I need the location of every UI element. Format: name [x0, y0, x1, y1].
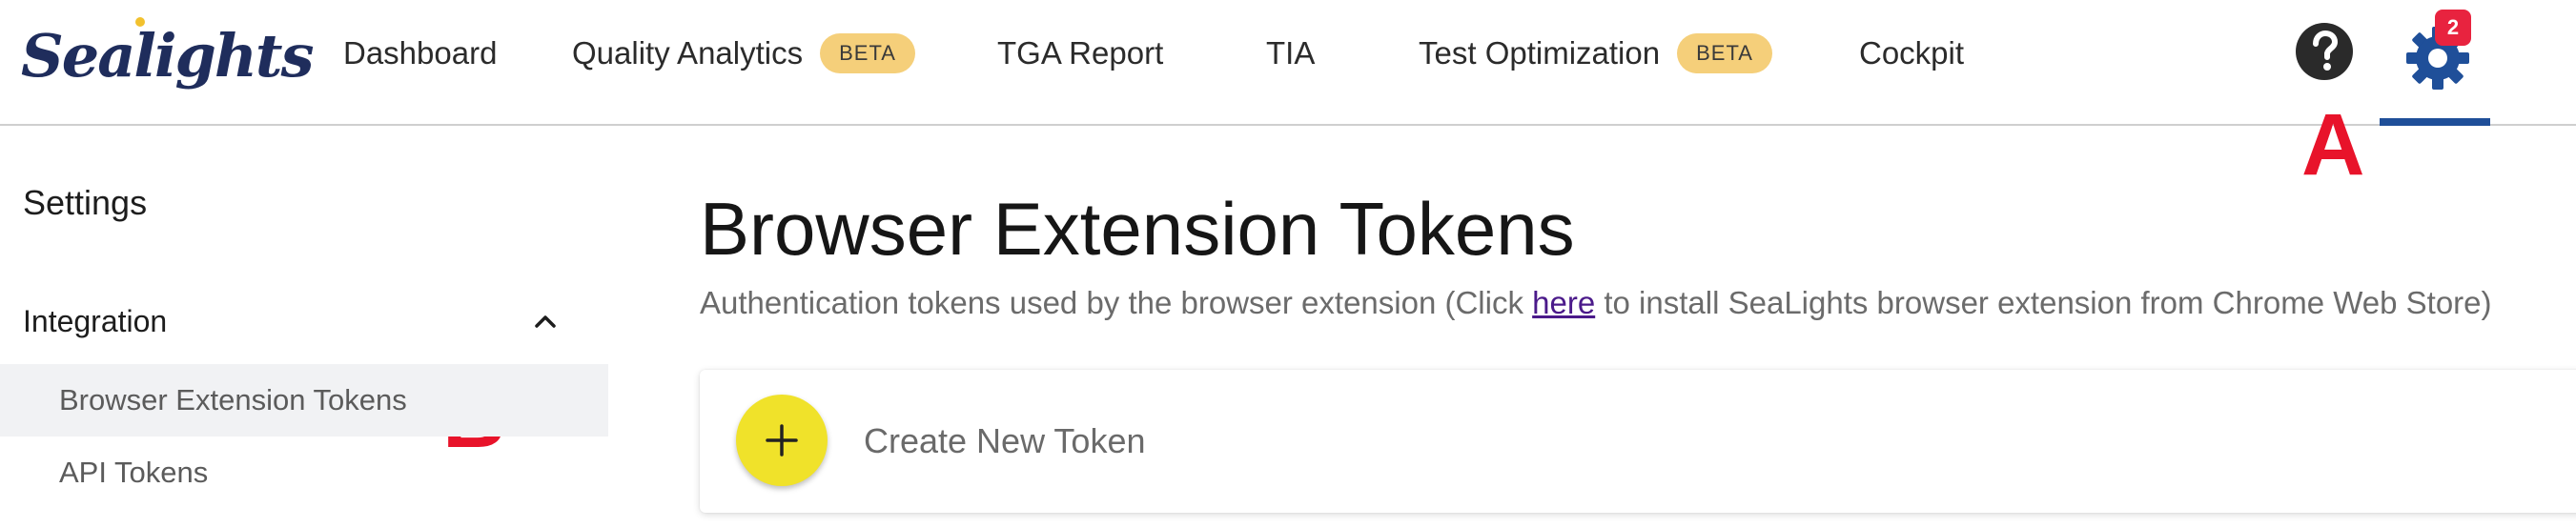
description-text-after: to install SeaLights browser extension f… — [1595, 285, 2492, 320]
chevron-up-icon — [535, 315, 556, 328]
sidebar-group-label: Integration — [23, 304, 168, 338]
nav-cockpit-label: Cockpit — [1859, 35, 1965, 71]
nav-tga-report-label: TGA Report — [997, 35, 1164, 71]
sealights-logo[interactable]: Sealights — [21, 13, 314, 99]
nav-quality-analytics-label: Quality Analytics — [572, 35, 804, 71]
nav-tia-label: TIA — [1266, 35, 1316, 71]
sidebar-item-browser-extension-tokens[interactable]: Browser Extension Tokens — [0, 364, 608, 437]
create-token-label[interactable]: Create New Token — [864, 417, 1146, 465]
question-circle-icon[interactable] — [2294, 21, 2355, 82]
settings-button[interactable]: 2 — [2380, 10, 2494, 126]
beta-badge: BETA — [820, 33, 915, 74]
page-title: Browser Extension Tokens — [700, 187, 1575, 271]
nav-quality-analytics[interactable]: Quality Analytics BETA — [572, 25, 915, 82]
annotation-marker-a: A — [2301, 96, 2365, 193]
sidebar-item-label: API Tokens — [59, 456, 209, 489]
top-navigation-bar: Sealights Dashboard Quality Analytics BET… — [0, 0, 2576, 126]
nav-test-optimization-label: Test Optimization — [1419, 35, 1661, 71]
logo-accent-dot — [135, 17, 145, 27]
nav-test-optimization[interactable]: Test Optimization BETA — [1419, 25, 1772, 82]
page-description: Authentication tokens used by the browse… — [700, 282, 2492, 324]
nav-dashboard-label: Dashboard — [343, 35, 498, 71]
sidebar-item-label: Browser Extension Tokens — [59, 383, 407, 416]
notification-badge: 2 — [2435, 10, 2471, 46]
nav-tia[interactable]: TIA — [1266, 25, 1315, 82]
sidebar-group-integration[interactable]: Integration — [23, 297, 557, 345]
plus-icon — [766, 424, 798, 457]
beta-badge: BETA — [1677, 33, 1772, 74]
sidebar-item-api-tokens[interactable]: API Tokens — [0, 437, 608, 509]
create-token-card: Create New Token — [700, 370, 2576, 513]
create-token-button[interactable] — [736, 395, 828, 486]
nav-cockpit[interactable]: Cockpit — [1859, 25, 1964, 82]
description-text-before: Authentication tokens used by the browse… — [700, 285, 1533, 320]
nav-dashboard[interactable]: Dashboard — [343, 25, 497, 82]
sidebar-title: Settings — [23, 183, 148, 222]
active-indicator — [2380, 118, 2490, 126]
nav-tga-report[interactable]: TGA Report — [997, 25, 1163, 82]
settings-sidebar: Settings Integration Browser Extension T… — [0, 126, 610, 528]
install-extension-link[interactable]: here — [1532, 285, 1595, 320]
